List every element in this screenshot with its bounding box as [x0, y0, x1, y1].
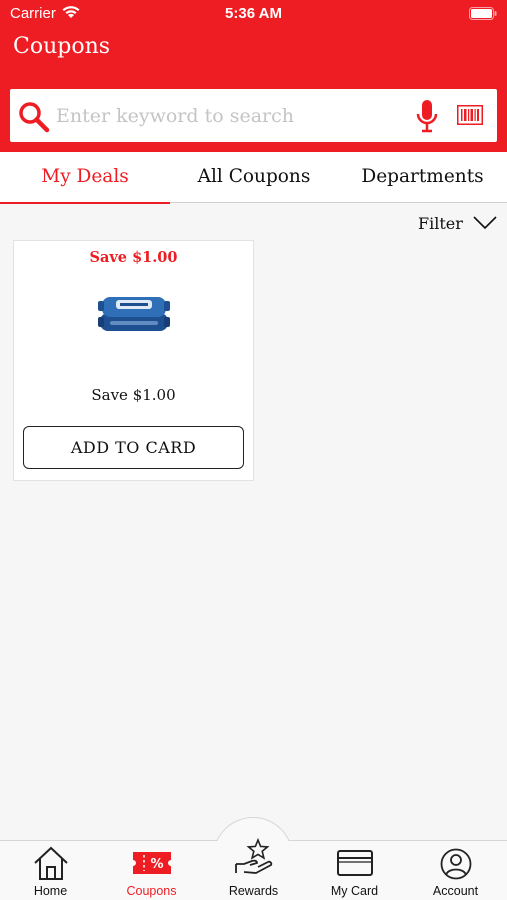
search-icon[interactable]: [18, 101, 50, 133]
account-icon: [440, 848, 471, 880]
search-bar: [10, 89, 497, 142]
nav-account[interactable]: Account: [405, 841, 506, 900]
svg-text:%: %: [150, 857, 163, 872]
nav-my-card[interactable]: My Card: [304, 841, 405, 900]
bottom-nav: Home % Coupons Rewards My Card Account: [0, 838, 507, 900]
header: Carrier 5:36 AM Coupons: [0, 0, 507, 152]
coupon-description: Save $1.00: [91, 386, 176, 404]
coupon-savings-headline: Save $1.00: [89, 249, 178, 266]
nav-account-label: Account: [432, 884, 479, 898]
nav-home[interactable]: Home: [0, 841, 101, 900]
tab-bar: My Deals All Coupons Departments: [0, 152, 507, 204]
nav-coupons[interactable]: % Coupons: [101, 841, 202, 900]
home-icon: [33, 846, 68, 880]
chevron-down-icon: [473, 216, 497, 230]
nav-home-label: Home: [33, 884, 68, 898]
product-image: [98, 297, 170, 331]
nav-my-card-label: My Card: [330, 884, 379, 898]
coupon-icon: %: [132, 852, 171, 874]
barcode-scan-icon[interactable]: [457, 105, 483, 125]
add-to-card-button[interactable]: ADD TO CARD: [23, 426, 244, 469]
microphone-icon[interactable]: [414, 99, 440, 133]
nav-rewards[interactable]: Rewards: [203, 838, 304, 900]
nav-coupons-label: Coupons: [126, 884, 177, 898]
rewards-icon: [234, 838, 272, 874]
nav-rewards-label: Rewards: [228, 884, 279, 898]
search-input[interactable]: [56, 99, 396, 132]
filter-label: Filter: [418, 214, 463, 233]
status-bar: Carrier 5:36 AM: [0, 0, 507, 30]
status-time: 5:36 AM: [225, 5, 282, 22]
card-icon: [336, 850, 373, 876]
page-title: Coupons: [13, 34, 111, 59]
battery-icon: [469, 7, 497, 20]
tab-departments[interactable]: Departments: [338, 152, 507, 203]
tab-all-coupons[interactable]: All Coupons: [170, 152, 338, 203]
tab-my-deals[interactable]: My Deals: [0, 152, 170, 204]
coupon-card[interactable]: Save $1.00 Save $1.00 ADD TO CARD: [13, 240, 254, 481]
